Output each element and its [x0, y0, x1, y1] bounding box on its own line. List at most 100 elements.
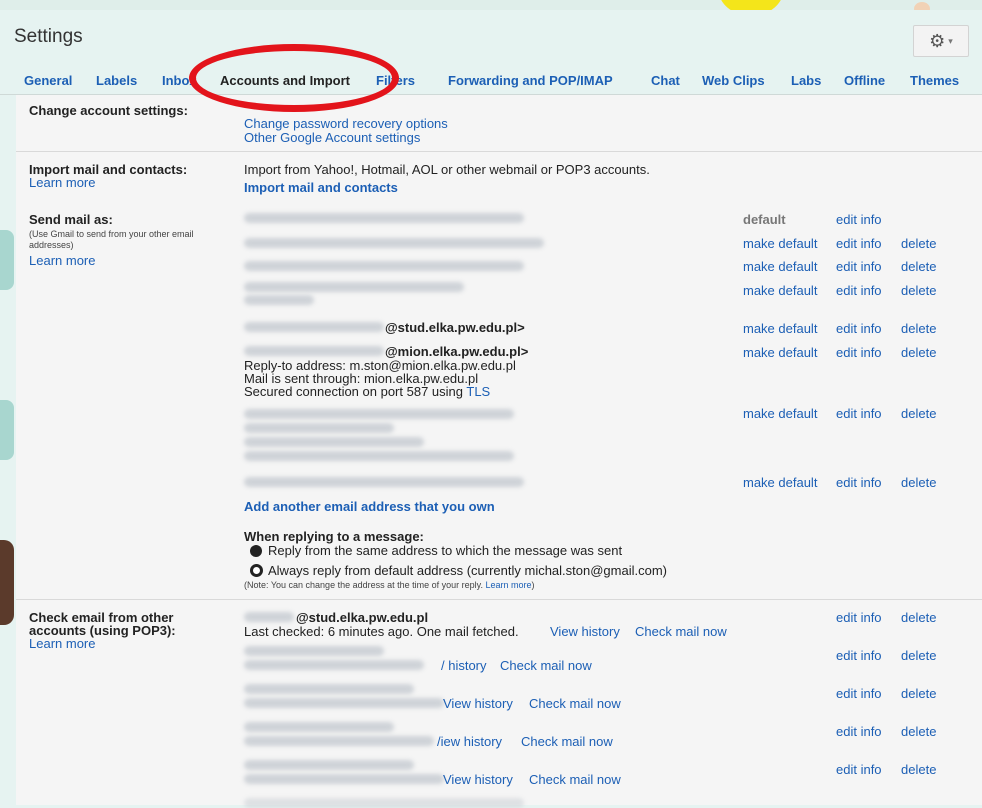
other-google-account-settings-link[interactable]: Other Google Account settings	[244, 130, 420, 145]
view-history-link[interactable]: View history	[443, 772, 513, 787]
change-account-section: Change account settings: Change password…	[16, 95, 982, 152]
tab-general[interactable]: General	[24, 73, 72, 88]
pop3-last-checked: Last checked: 6 minutes ago. One mail fe…	[244, 624, 519, 639]
blurred-address	[244, 423, 394, 433]
edit-info-link[interactable]: edit info	[836, 212, 882, 227]
delete-link[interactable]: delete	[901, 762, 936, 777]
import-and-send-section: Import mail and contacts: Learn more Imp…	[16, 152, 982, 600]
import-description: Import from Yahoo!, Hotmail, AOL or othe…	[244, 162, 650, 177]
view-history-link[interactable]: View history	[550, 624, 620, 639]
tab-labs[interactable]: Labs	[791, 73, 821, 88]
view-history-link[interactable]: / history	[441, 658, 487, 673]
reply-default-address-radio[interactable]	[250, 564, 263, 577]
blurred-address	[244, 646, 384, 656]
send-mail-as-label: Send mail as:	[29, 212, 113, 227]
reply-default-address-label: Always reply from default address (curre…	[268, 563, 667, 578]
make-default-link[interactable]: make default	[743, 345, 817, 360]
delete-link[interactable]: delete	[901, 610, 936, 625]
make-default-link[interactable]: make default	[743, 406, 817, 421]
edit-info-link[interactable]: edit info	[836, 236, 882, 251]
tab-chat[interactable]: Chat	[651, 73, 680, 88]
blurred-address	[244, 698, 444, 708]
delete-link[interactable]: delete	[901, 406, 936, 421]
make-default-link[interactable]: make default	[743, 321, 817, 336]
check-mail-now-link[interactable]: Check mail now	[521, 734, 613, 749]
edit-info-link[interactable]: edit info	[836, 345, 882, 360]
change-password-recovery-link[interactable]: Change password recovery options	[244, 116, 448, 131]
blurred-address	[244, 798, 524, 808]
make-default-link[interactable]: make default	[743, 236, 817, 251]
send-as-mion-address: @mion.elka.pw.edu.pl>	[385, 344, 529, 359]
delete-link[interactable]: delete	[901, 686, 936, 701]
add-another-address-link[interactable]: Add another email address that you own	[244, 499, 495, 514]
view-history-link[interactable]: /iew history	[437, 734, 502, 749]
send-mail-as-learn-more-link[interactable]: Learn more	[29, 253, 95, 268]
tab-offline[interactable]: Offline	[844, 73, 885, 88]
settings-gear-button[interactable]: ⚙ ▾	[913, 25, 969, 57]
delete-link[interactable]: delete	[901, 475, 936, 490]
reply-same-address-radio[interactable]	[250, 545, 262, 557]
tab-labels[interactable]: Labels	[96, 73, 137, 88]
gear-icon: ⚙	[929, 31, 946, 51]
blurred-address	[244, 322, 384, 332]
edit-info-link[interactable]: edit info	[836, 686, 882, 701]
edit-info-link[interactable]: edit info	[836, 283, 882, 298]
header: Settings ⚙ ▾	[0, 10, 982, 66]
blurred-address	[244, 409, 514, 419]
make-default-link[interactable]: make default	[743, 259, 817, 274]
import-learn-more-link[interactable]: Learn more	[29, 175, 95, 190]
make-default-link[interactable]: make default	[743, 283, 817, 298]
delete-link[interactable]: delete	[901, 724, 936, 739]
blurred-address	[244, 612, 294, 622]
reply-note-learn-more-link[interactable]: Learn more	[486, 580, 532, 590]
blurred-address	[244, 437, 424, 447]
reply-same-address-label: Reply from the same address to which the…	[268, 543, 623, 558]
tab-inbox[interactable]: Inbox	[162, 73, 197, 88]
check-mail-now-link[interactable]: Check mail now	[529, 772, 621, 787]
edit-info-link[interactable]: edit info	[836, 762, 882, 777]
edit-info-link[interactable]: edit info	[836, 724, 882, 739]
blurred-address	[244, 736, 434, 746]
top-decor-strip	[0, 0, 982, 10]
delete-link[interactable]: delete	[901, 345, 936, 360]
tab-forwarding-pop-imap[interactable]: Forwarding and POP/IMAP	[448, 73, 613, 88]
pop3-section: Check email from other accounts (using P…	[16, 600, 982, 808]
tab-filters[interactable]: Filters	[376, 73, 415, 88]
blurred-address	[244, 238, 544, 248]
edit-info-link[interactable]: edit info	[836, 475, 882, 490]
make-default-link[interactable]: make default	[743, 475, 817, 490]
edit-info-link[interactable]: edit info	[836, 610, 882, 625]
check-mail-now-link[interactable]: Check mail now	[635, 624, 727, 639]
blurred-address	[244, 774, 444, 784]
delete-link[interactable]: delete	[901, 236, 936, 251]
view-history-link[interactable]: View history	[443, 696, 513, 711]
blurred-address	[244, 760, 414, 770]
default-label: default	[743, 212, 786, 227]
pop3-learn-more-link[interactable]: Learn more	[29, 636, 95, 651]
blurred-address	[244, 295, 314, 305]
import-mail-contacts-link[interactable]: Import mail and contacts	[244, 180, 398, 195]
delete-link[interactable]: delete	[901, 259, 936, 274]
pop3-account-address: @stud.elka.pw.edu.pl	[296, 610, 429, 625]
edit-info-link[interactable]: edit info	[836, 259, 882, 274]
edit-info-link[interactable]: edit info	[836, 406, 882, 421]
blurred-address	[244, 451, 514, 461]
blurred-address	[244, 282, 464, 292]
tab-themes[interactable]: Themes	[910, 73, 959, 88]
tab-web-clips[interactable]: Web Clips	[702, 73, 765, 88]
delete-link[interactable]: delete	[901, 321, 936, 336]
check-mail-now-link[interactable]: Check mail now	[500, 658, 592, 673]
delete-link[interactable]: delete	[901, 283, 936, 298]
tab-accounts-and-import[interactable]: Accounts and Import	[220, 73, 350, 88]
reply-note: (Note: You can change the address at the…	[244, 580, 535, 590]
tls-link[interactable]: TLS	[466, 384, 490, 399]
when-replying-heading: When replying to a message:	[244, 529, 424, 544]
check-mail-now-link[interactable]: Check mail now	[529, 696, 621, 711]
left-decoration	[0, 540, 14, 625]
edit-info-link[interactable]: edit info	[836, 648, 882, 663]
delete-link[interactable]: delete	[901, 648, 936, 663]
blurred-address	[244, 346, 384, 356]
left-decoration	[0, 230, 14, 290]
blurred-address	[244, 684, 414, 694]
edit-info-link[interactable]: edit info	[836, 321, 882, 336]
